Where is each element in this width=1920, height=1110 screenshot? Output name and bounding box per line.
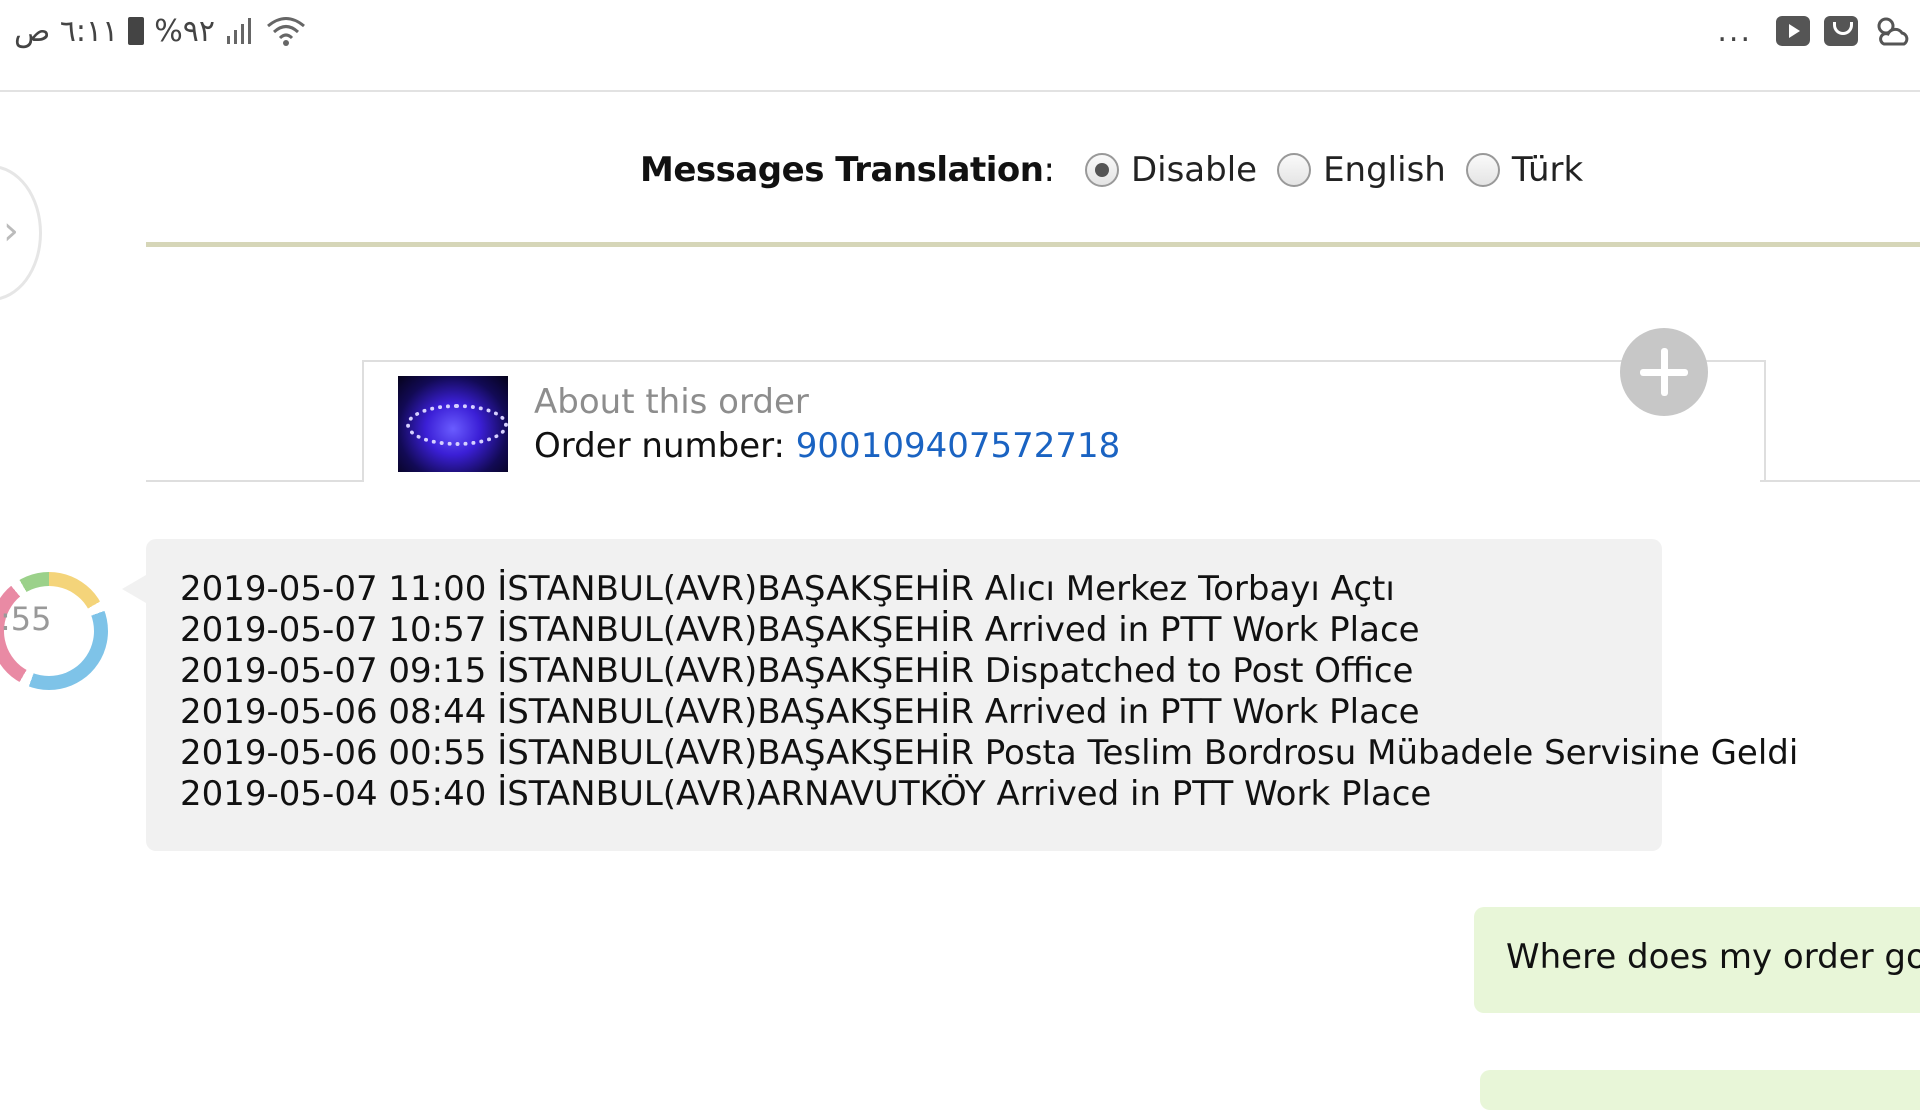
radio-disable-label: Disable (1130, 150, 1258, 190)
battery-level: %٩٢ (154, 13, 216, 49)
more-notifications-icon: ... (1717, 13, 1752, 49)
weather-icon (1877, 17, 1909, 46)
order-card[interactable]: About this order Order number: 900109407… (362, 360, 1766, 482)
outgoing-message-bubble: Where does my order go ? (1474, 907, 1920, 1013)
order-card-rule-left (146, 480, 364, 482)
battery-icon (128, 17, 145, 45)
status-right-group: ... (1717, 10, 1910, 52)
translation-options: Messages Translation : Disable English T… (0, 140, 1920, 200)
translation-colon: : (1043, 150, 1055, 190)
add-button[interactable] (1620, 328, 1708, 416)
radio-turk-label: Türk (1511, 150, 1584, 190)
outgoing-message-bubble-partial (1480, 1070, 1920, 1110)
order-number-link[interactable]: 900109407572718 (796, 426, 1120, 466)
radio-disable-circle[interactable] (1084, 153, 1119, 187)
order-number-row: Order number: 900109407572718 (534, 426, 1120, 466)
translation-label: Messages Translation (640, 150, 1044, 190)
status-left-group: ٦:١١ ص %٩٢ (14, 10, 307, 52)
radio-disable[interactable]: Disable (1084, 150, 1258, 190)
status-bar: ٦:١١ ص %٩٢ ... (0, 0, 1920, 92)
radio-turk[interactable]: Türk (1465, 150, 1584, 190)
radio-turk-circle[interactable] (1465, 153, 1500, 187)
radio-english-circle[interactable] (1277, 153, 1312, 187)
order-card-rule-right (1760, 480, 1920, 482)
product-thumbnail[interactable] (398, 376, 508, 472)
wifi-icon (267, 17, 305, 46)
status-time: ٦:١١ ص (14, 13, 119, 49)
shopping-bag-icon (1824, 16, 1858, 46)
tracking-line: 2019-05-07 09:15 İSTANBUL(AVR)BAŞAKŞEHİR… (180, 651, 1414, 691)
tracking-line: 2019-05-06 08:44 İSTANBUL(AVR)BAŞAKŞEHİR… (180, 692, 1420, 732)
order-number-label: Order number: (534, 426, 796, 466)
tracking-line: 2019-05-06 00:55 İSTANBUL(AVR)BAŞAKŞEHİR… (180, 733, 1799, 773)
message-time-partial: :55 (0, 600, 52, 638)
radio-english-label: English (1323, 150, 1446, 190)
incoming-message-bubble: 2019-05-07 11:00 İSTANBUL(AVR)BAŞAKŞEHİR… (122, 539, 1799, 851)
tracking-line: 2019-05-07 11:00 İSTANBUL(AVR)BAŞAKŞEHİR… (180, 569, 1395, 609)
youtube-icon (1776, 16, 1810, 46)
tracking-line: 2019-05-07 10:57 İSTANBUL(AVR)BAŞAKŞEHİR… (180, 610, 1420, 650)
section-divider (146, 242, 1920, 247)
tracking-line: 2019-05-04 05:40 İSTANBUL(AVR)ARNAVUTKÖY… (180, 774, 1432, 814)
chevron-right-icon: › (3, 208, 19, 254)
order-card-title: About this order (534, 382, 809, 422)
radio-english[interactable]: English (1277, 150, 1446, 190)
signal-icon (227, 18, 252, 44)
